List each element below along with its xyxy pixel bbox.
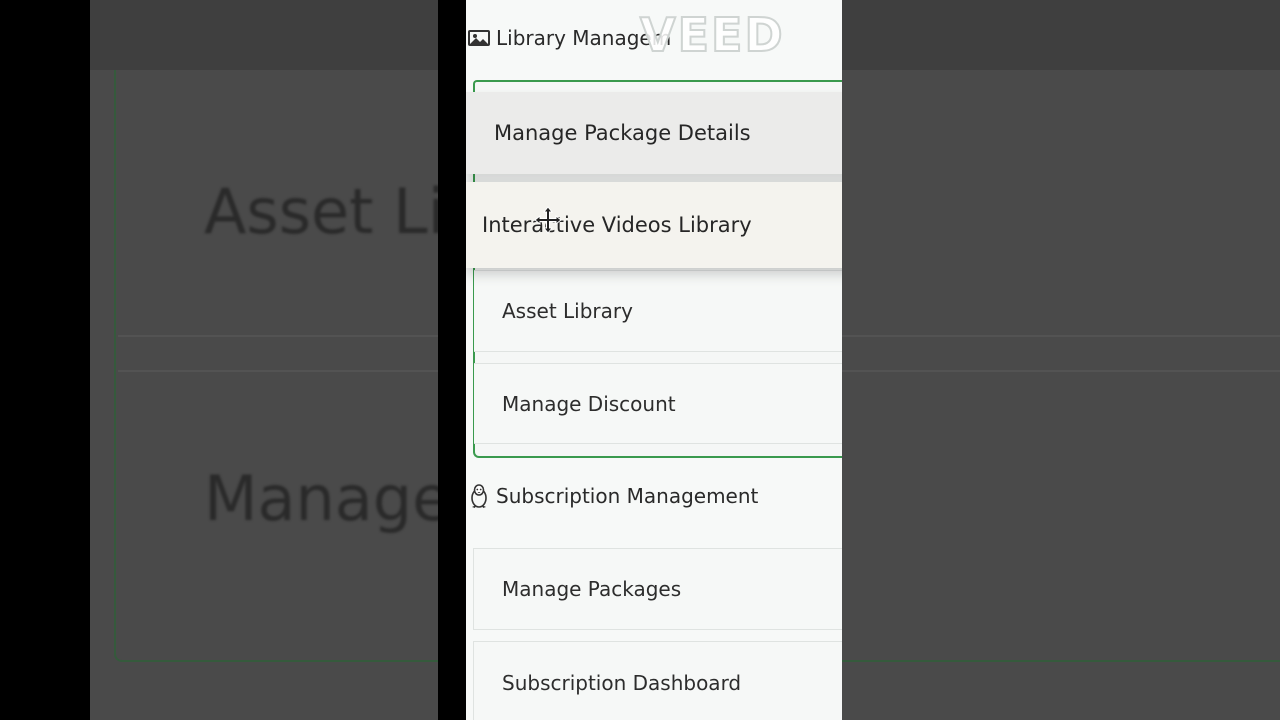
move-cursor-icon (534, 206, 562, 234)
menu-item-label: Interactive Videos Library (482, 213, 752, 237)
sidebar-panel: Library Managem Asset Library Manage Dis… (466, 0, 842, 720)
dragged-item-interactive-videos-library[interactable]: Interactive Videos Library (466, 182, 842, 268)
subscription-management-header[interactable]: Subscription Management (466, 484, 758, 508)
dragged-item-manage-package-details[interactable]: Manage Package Details (466, 92, 842, 174)
menu-item-label: Manage Discount (502, 391, 676, 416)
menu-item-label: Asset Library (502, 299, 633, 323)
subscription-management-title: Subscription Management (496, 484, 759, 508)
menu-item-manage-discount[interactable]: Manage Discount (474, 363, 842, 444)
veed-watermark: VEED (639, 7, 785, 63)
menu-item-asset-library[interactable]: Asset Library (474, 270, 842, 352)
menu-item-label: Manage Packages (502, 577, 682, 601)
menu-item-subscription-dashboard[interactable]: Subscription Dashboard (473, 641, 842, 720)
menu-item-label: Manage Package Details (494, 121, 751, 145)
image-icon (466, 26, 492, 50)
menu-item-manage-packages[interactable]: Manage Packages (473, 548, 842, 630)
linux-penguin-icon (466, 484, 492, 508)
blurred-text-manage: Manage (204, 462, 451, 535)
menu-item-label: Subscription Dashboard (502, 671, 742, 695)
black-band (438, 0, 466, 720)
